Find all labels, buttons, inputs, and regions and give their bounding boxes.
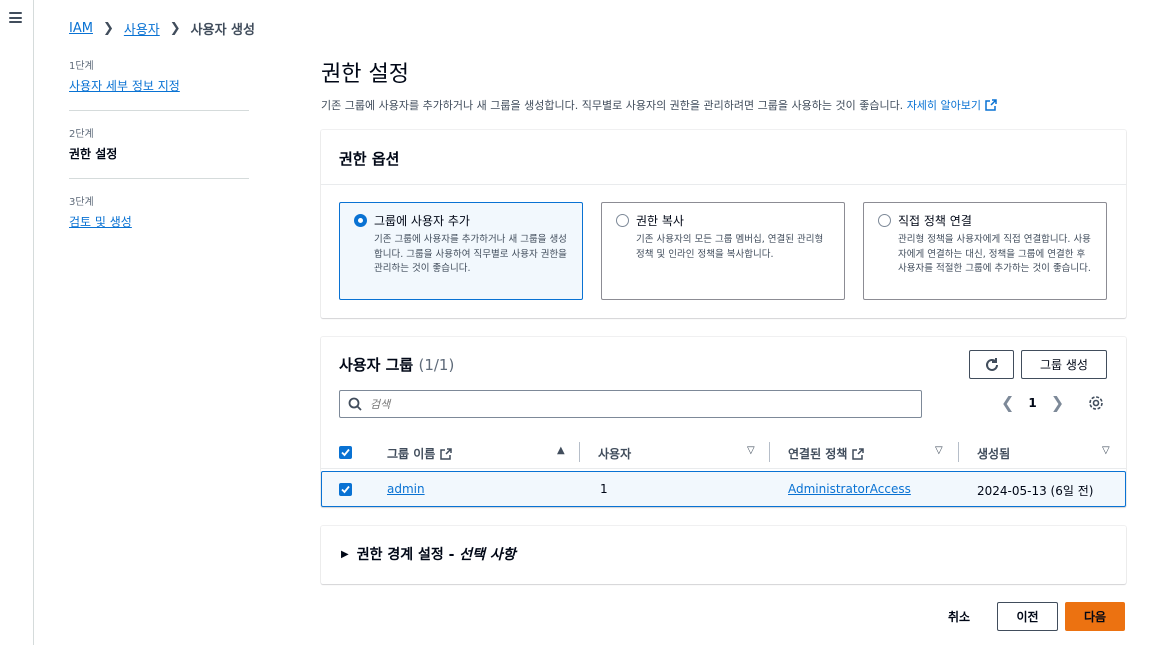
permissions-boundary-toggle[interactable]: ▶ 권한 경계 설정 - 선택 사항 <box>341 544 1106 564</box>
previous-page-icon[interactable]: ❮ <box>1001 393 1014 412</box>
breadcrumb-current: 사용자 생성 <box>190 23 255 38</box>
column-divider <box>579 442 580 462</box>
cancel-button[interactable]: 취소 <box>936 602 982 631</box>
page-number[interactable]: 1 <box>1028 396 1036 410</box>
step-1-link[interactable]: 사용자 세부 정보 지정 <box>69 79 180 93</box>
option-title: 권한 복사 <box>636 214 684 228</box>
table-header: 그룹 이름 ▲ 사용자 ▽ 연결된 정책 ▽ 생성됨 ▽ <box>321 437 1126 469</box>
boundary-optional: 선택 사항 <box>459 547 516 563</box>
external-link-icon <box>851 448 864 460</box>
column-group-name[interactable]: 그룹 이름 <box>387 445 452 462</box>
cell-policy: AdministratorAccess <box>788 482 911 496</box>
step-3: 3단계 검토 및 생성 <box>69 193 249 246</box>
chevron-right-icon: ❯ <box>102 21 114 36</box>
column-attached-policies[interactable]: 연결된 정책 <box>788 445 864 462</box>
step-number: 2단계 <box>69 129 94 140</box>
column-label: 그룹 이름 <box>387 447 436 461</box>
option-attach-policies[interactable]: 직접 정책 연결 관리형 정책을 사용자에게 직접 연결합니다. 사용자에게 연… <box>863 202 1107 300</box>
step-number: 3단계 <box>69 197 94 208</box>
groups-count: (1/1) <box>418 356 455 374</box>
step-number: 1단계 <box>69 61 94 72</box>
column-divider <box>958 442 959 462</box>
external-link-icon <box>439 448 452 460</box>
breadcrumb-users[interactable]: 사용자 <box>124 19 160 38</box>
refresh-button[interactable] <box>969 350 1014 379</box>
previous-button[interactable]: 이전 <box>997 602 1058 631</box>
check-icon <box>341 448 350 457</box>
panel-title: 권한 옵션 <box>339 150 400 168</box>
table-row[interactable]: admin 1 AdministratorAccess 2024-05-13 (… <box>321 471 1126 507</box>
search-icon <box>348 397 362 411</box>
breadcrumb: IAM ❯ 사용자 ❯ 사용자 생성 <box>69 19 255 38</box>
column-users[interactable]: 사용자 <box>598 445 631 462</box>
search-input[interactable] <box>370 397 870 411</box>
check-icon <box>341 485 350 494</box>
radio-selected-icon[interactable] <box>354 214 367 227</box>
menu-icon[interactable] <box>9 12 22 23</box>
step-2: 2단계 권한 설정 <box>69 125 249 179</box>
radio-icon[interactable] <box>616 214 629 227</box>
option-add-to-group[interactable]: 그룹에 사용자 추가 기존 그룹에 사용자를 추가하거나 새 그룹을 생성합니다… <box>339 202 583 300</box>
step-1: 1단계 사용자 세부 정보 지정 <box>69 57 249 111</box>
option-copy-permissions[interactable]: 권한 복사 기존 사용자의 모든 그룹 멤버십, 연결된 관리형 정책 및 인라… <box>601 202 845 300</box>
caret-right-icon: ▶ <box>341 548 349 560</box>
page-header: 권한 설정 기존 그룹에 사용자를 추가하거나 새 그룹을 생성합니다. 직무별… <box>321 56 1126 113</box>
search-field[interactable] <box>339 390 922 418</box>
user-groups-panel: 사용자 그룹 (1/1) 그룹 생성 ❮ 1 ❯ 그룹 이름 ▲ 사용자 ▽ 연… <box>321 337 1126 507</box>
option-title: 직접 정책 연결 <box>898 214 972 228</box>
cell-created: 2024-05-13 (6일 전) <box>977 484 1094 498</box>
permissions-boundary-panel: ▶ 권한 경계 설정 - 선택 사항 <box>321 526 1126 584</box>
next-button[interactable]: 다음 <box>1065 602 1125 631</box>
option-description: 기존 그룹에 사용자를 추가하거나 새 그룹을 생성합니다. 그룹을 사용하여 … <box>374 234 567 274</box>
option-title: 그룹에 사용자 추가 <box>374 214 470 228</box>
permission-options-panel: 권한 옵션 그룹에 사용자 추가 기존 그룹에 사용자를 추가하거나 새 그룹을… <box>321 130 1126 318</box>
sort-ascending-icon[interactable]: ▲ <box>557 445 565 456</box>
left-navigation-bar <box>0 0 34 645</box>
sort-icon[interactable]: ▽ <box>935 445 943 456</box>
learn-more-label: 자세히 알아보기 <box>906 99 982 112</box>
cell-group-name: admin <box>387 482 425 496</box>
row-checkbox[interactable] <box>339 483 352 496</box>
pagination: ❮ 1 ❯ <box>1001 393 1064 412</box>
description-text: 기존 그룹에 사용자를 추가하거나 새 그룹을 생성합니다. 직무별로 사용자의… <box>321 99 907 112</box>
option-description: 기존 사용자의 모든 그룹 멤버십, 연결된 관리형 정책 및 인라인 정책을 … <box>636 234 824 260</box>
create-group-button[interactable]: 그룹 생성 <box>1021 350 1107 379</box>
learn-more-link[interactable]: 자세히 알아보기 <box>907 99 997 112</box>
select-all-checkbox[interactable] <box>339 446 352 459</box>
breadcrumb-iam[interactable]: IAM <box>69 21 93 36</box>
step-2-current: 권한 설정 <box>69 147 118 161</box>
sort-icon[interactable]: ▽ <box>1102 445 1110 456</box>
sort-icon[interactable]: ▽ <box>747 445 755 456</box>
external-link-icon <box>984 99 997 111</box>
page-description: 기존 그룹에 사용자를 추가하거나 새 그룹을 생성합니다. 직무별로 사용자의… <box>321 97 1126 113</box>
radio-icon[interactable] <box>878 214 891 227</box>
cell-users: 1 <box>600 482 608 496</box>
group-name-link[interactable]: admin <box>387 482 425 496</box>
gear-icon[interactable] <box>1088 395 1104 415</box>
column-created[interactable]: 생성됨 <box>977 445 1010 462</box>
next-page-icon[interactable]: ❯ <box>1051 393 1064 412</box>
wizard-steps: 1단계 사용자 세부 정보 지정 2단계 권한 설정 3단계 검토 및 생성 <box>69 57 249 260</box>
step-3-link[interactable]: 검토 및 생성 <box>69 215 132 229</box>
panel-header: 권한 옵션 <box>321 130 1126 185</box>
column-divider <box>769 442 770 462</box>
policy-link[interactable]: AdministratorAccess <box>788 482 911 496</box>
refresh-icon <box>985 357 998 371</box>
page-title: 권한 설정 <box>321 62 409 87</box>
groups-title: 사용자 그룹 (1/1) <box>339 354 454 375</box>
boundary-label: 권한 경계 설정 - <box>356 547 455 563</box>
column-label: 연결된 정책 <box>788 447 848 461</box>
groups-title-text: 사용자 그룹 <box>339 356 414 374</box>
chevron-right-icon: ❯ <box>169 21 181 36</box>
option-description: 관리형 정책을 사용자에게 직접 연결합니다. 사용자에게 연결하는 대신, 정… <box>898 234 1091 274</box>
